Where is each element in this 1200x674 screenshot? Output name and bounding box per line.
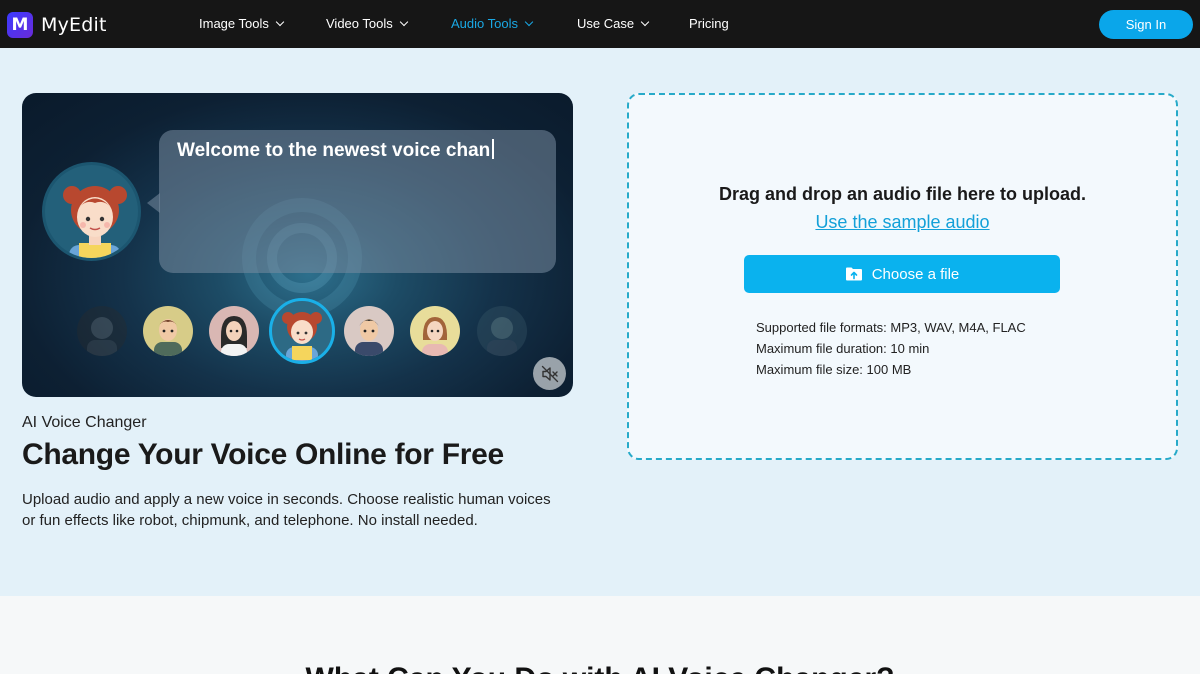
sample-audio-link[interactable]: Use the sample audio (629, 212, 1176, 233)
chevron-down-icon (524, 17, 534, 26)
voice-avatar-5[interactable] (344, 306, 394, 356)
folder-upload-icon (845, 267, 862, 281)
voice-avatar-4[interactable] (269, 298, 335, 364)
choose-file-button[interactable]: Choose a file (744, 255, 1060, 293)
hero-description: Upload audio and apply a new voice in se… (22, 491, 551, 529)
upload-title: Drag and drop an audio file here to uplo… (718, 184, 1087, 204)
voice-avatar-7[interactable] (477, 306, 527, 356)
hero-eyebrow: AI Voice Changer (22, 414, 147, 431)
nav-item-image-tools[interactable]: Image Tools (199, 16, 285, 31)
nav-item-label: Video Tools (326, 16, 393, 31)
chevron-down-icon (275, 17, 285, 26)
voice-avatar-3[interactable] (209, 306, 259, 356)
nav-item-label: Image Tools (199, 16, 269, 31)
top-nav: M MyEdit Image Tools Video Tools Audio T… (0, 0, 1200, 48)
hero-section: Welcome to the newest voice chan AI Voic… (0, 48, 1200, 596)
spec-formats: Supported file formats: MP3, WAV, M4A, F… (756, 320, 1026, 335)
hero-headline: Change Your Voice Online for Free (22, 438, 504, 471)
speaker-avatar (42, 162, 141, 261)
logo-mark: M (7, 12, 33, 38)
spec-size: Maximum file size: 100 MB (756, 362, 912, 377)
mute-toggle-button[interactable] (533, 357, 566, 390)
speech-bubble-text: Welcome to the newest voice chan (177, 139, 495, 162)
spec-duration: Maximum file duration: 10 min (756, 341, 930, 356)
nav-item-video-tools[interactable]: Video Tools (326, 16, 408, 31)
logo-text: MyEdit (41, 14, 107, 36)
voice-avatar-6[interactable] (410, 306, 460, 356)
logo[interactable]: M MyEdit (7, 12, 107, 38)
nav-item-use-case[interactable]: Use Case (577, 16, 650, 31)
chevron-down-icon (640, 17, 650, 26)
chevron-down-icon (399, 17, 408, 26)
nav-item-audio-tools[interactable]: Audio Tools (451, 16, 534, 31)
voice-avatar-2[interactable] (143, 306, 193, 356)
choose-file-label: Choose a file (871, 265, 960, 283)
text-caret (492, 139, 495, 159)
section-heading: What Can You Do with AI Voice Changer? (0, 662, 1200, 674)
speech-bubble-tail (147, 193, 160, 213)
demo-video[interactable]: Welcome to the newest voice chan (22, 93, 573, 397)
nav-item-label: Audio Tools (451, 16, 518, 31)
nav-item-pricing[interactable]: Pricing (689, 16, 729, 31)
voice-avatar-1[interactable] (77, 306, 127, 356)
upload-dropzone[interactable]: Drag and drop an audio file here to uplo… (627, 93, 1178, 460)
nav-item-label: Pricing (689, 16, 729, 31)
nav-item-label: Use Case (577, 16, 635, 31)
speaker-muted-icon (541, 365, 558, 382)
sign-in-button[interactable]: Sign In (1099, 10, 1193, 39)
